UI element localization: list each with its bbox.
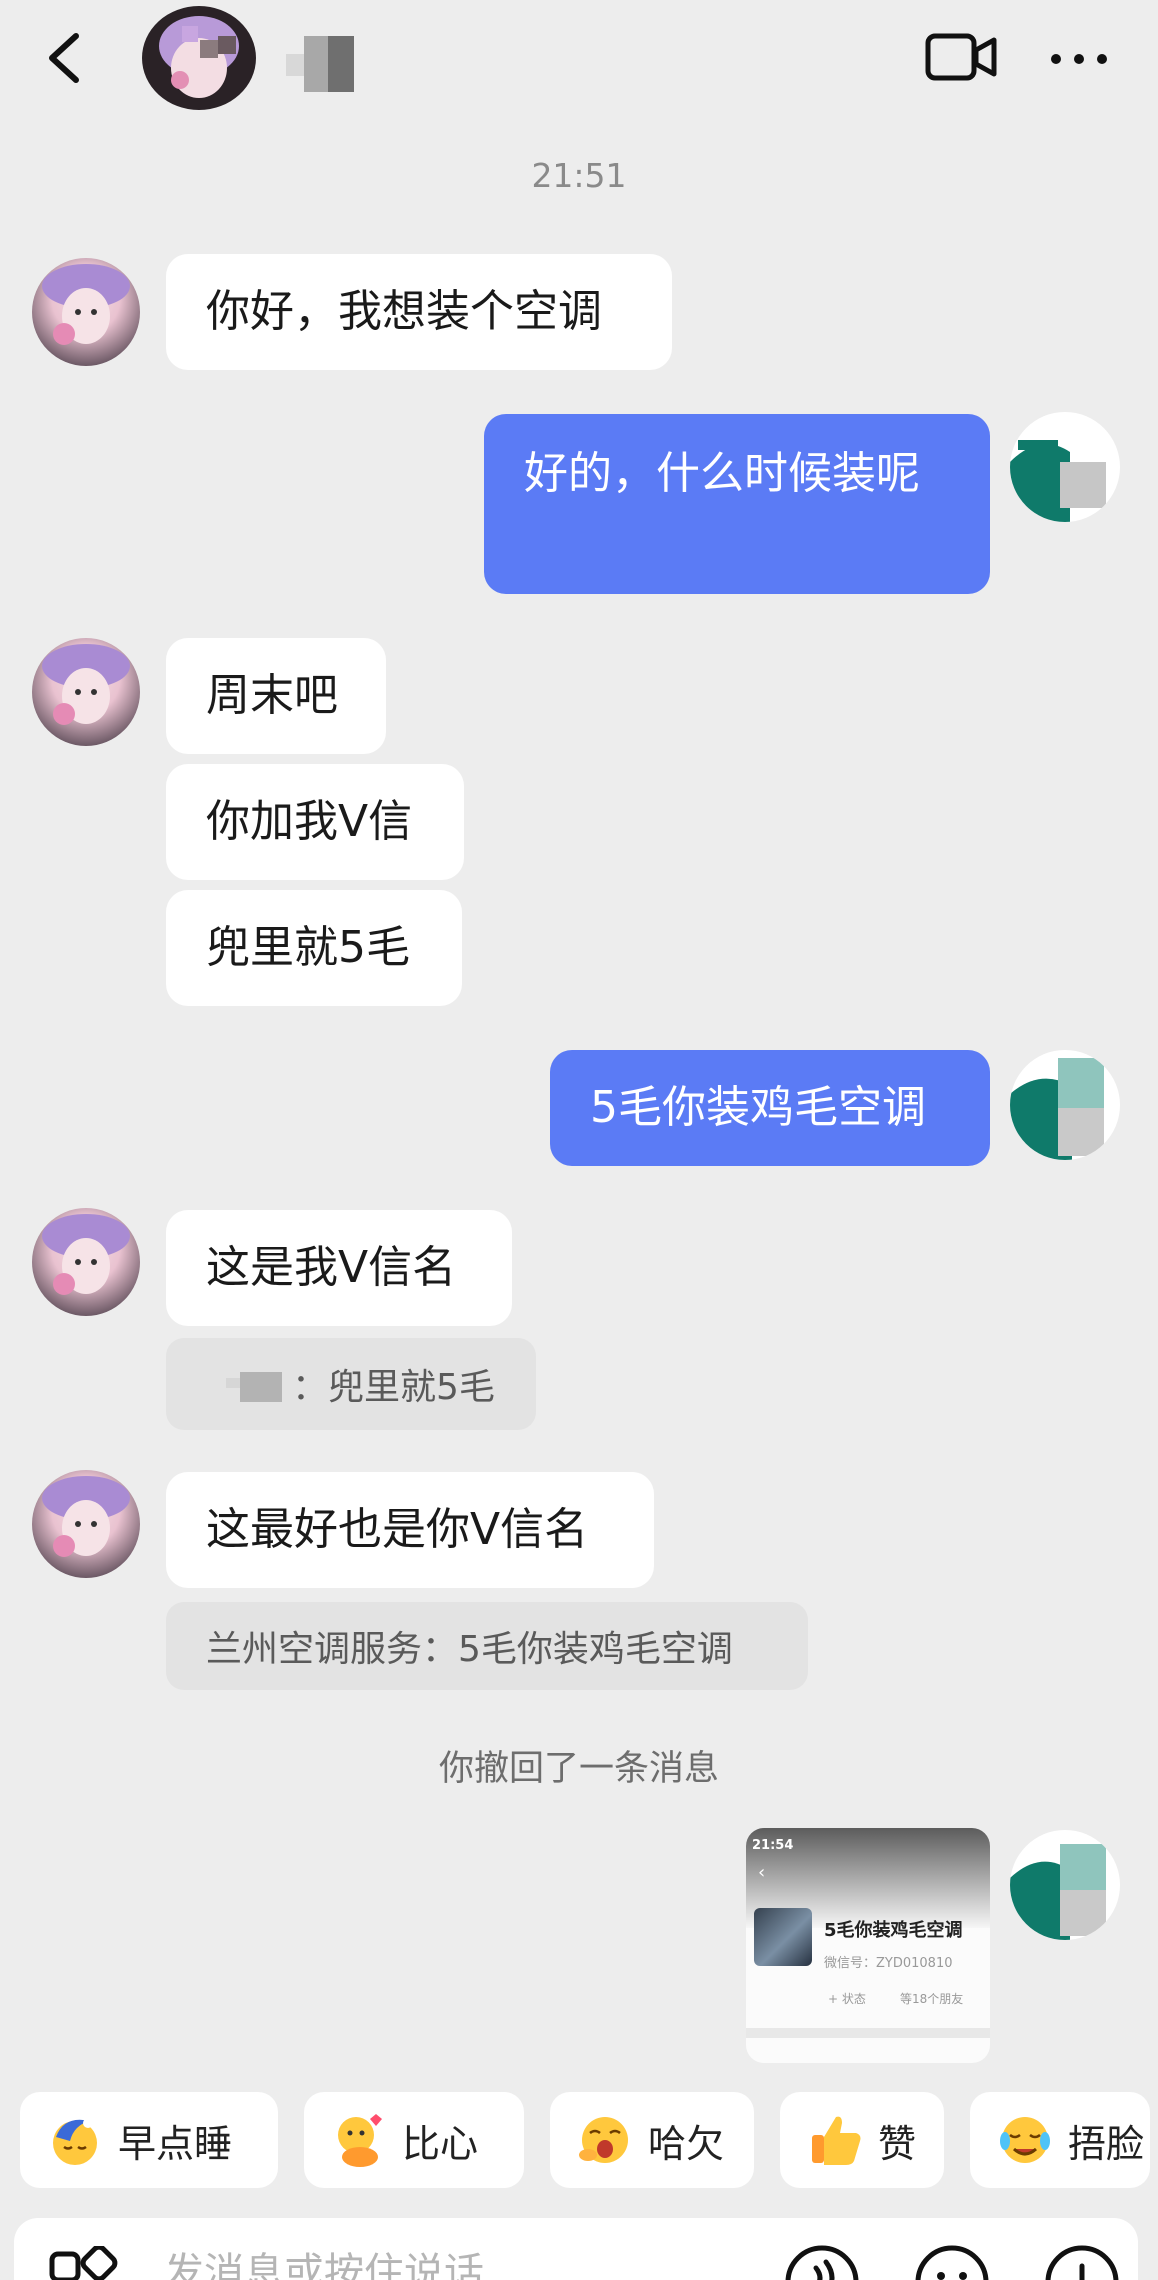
emoji-icon[interactable] [912, 2238, 992, 2280]
quoted-text: ：兜里就5毛 [292, 1367, 495, 1408]
quick-reply-heart[interactable]: 比心 [304, 2092, 524, 2188]
facepalm-emoji-icon [1000, 2117, 1050, 2163]
finger-heart-emoji-icon [338, 2114, 382, 2167]
message-text: 周末吧 [206, 670, 338, 721]
voice-icon[interactable] [782, 2238, 862, 2280]
quick-reply-label: 早点睡 [118, 2121, 233, 2166]
quick-reply-like[interactable]: 赞 [780, 2092, 944, 2188]
message-text: 好的，什么时候装呢 [524, 448, 920, 499]
image-wechat-id: 微信号：ZYD010810 [824, 1956, 953, 1971]
more-options-icon[interactable] [1046, 34, 1112, 84]
quoted-message[interactable]: ：兜里就5毛 [166, 1338, 536, 1430]
yawn-emoji-icon [579, 2117, 628, 2163]
message-bubble-outgoing[interactable]: 好的，什么时候装呢 [484, 414, 990, 594]
quick-reply-sleep[interactable]: 早点睡 [20, 2092, 278, 2188]
quick-reply-label: 赞 [878, 2121, 917, 2166]
message-bubble-outgoing[interactable]: 5毛你装鸡毛空调 [550, 1050, 990, 1166]
image-divider [746, 2028, 990, 2038]
message-bubble-incoming[interactable]: 你加我V信 [166, 764, 464, 880]
sender-avatar[interactable] [32, 638, 140, 746]
recall-notice: 你撤回了一条消息 [438, 1749, 719, 1789]
quick-reply-label: 哈欠 [648, 2121, 725, 2166]
sender-avatar[interactable] [32, 1470, 140, 1578]
sender-avatar[interactable] [32, 258, 140, 366]
plus-icon[interactable] [1042, 2238, 1122, 2280]
message-text: 5毛你装鸡毛空调 [590, 1082, 926, 1133]
sent-image-message[interactable]: 21:54 ‹ 5毛你装鸡毛空调 微信号：ZYD010810 + 状态 等18个… [746, 1828, 990, 2063]
quoted-message[interactable]: 兰州空调服务：5毛你装鸡毛空调 [166, 1602, 808, 1690]
apps-grid-icon[interactable] [48, 2246, 128, 2280]
message-bubble-incoming[interactable]: 你好，我想装个空调 [166, 254, 672, 370]
quoted-text: 兰州空调服务：5毛你装鸡毛空调 [206, 1629, 733, 1670]
redacted-name-icon [226, 1372, 282, 1402]
contact-name-redacted [286, 36, 354, 92]
quick-reply-label: 捂脸 [1068, 2121, 1145, 2166]
message-composer [14, 2218, 1138, 2280]
quick-reply-yawn[interactable]: 哈欠 [550, 2092, 754, 2188]
quick-reply-label: 比心 [402, 2121, 479, 2166]
sleepy-moon-emoji-icon [53, 2118, 97, 2165]
thumbs-up-emoji-icon [812, 2116, 861, 2165]
my-avatar[interactable] [1010, 1830, 1120, 1940]
image-status-time: 21:54 [752, 1838, 794, 1853]
message-bubble-incoming[interactable]: 这最好也是你V信名 [166, 1472, 654, 1588]
video-call-icon[interactable] [924, 28, 998, 86]
chat-header [0, 0, 1158, 140]
message-text: 你好，我想装个空调 [206, 286, 602, 337]
message-text: 这是我V信名 [206, 1242, 457, 1293]
image-back-icon: ‹ [758, 1862, 766, 1883]
message-input[interactable] [164, 2238, 684, 2280]
message-text: 兜里就5毛 [206, 922, 410, 973]
contact-avatar[interactable] [142, 6, 256, 110]
my-avatar[interactable] [1010, 412, 1120, 522]
message-bubble-incoming[interactable]: 兜里就5毛 [166, 890, 462, 1006]
back-arrow-icon[interactable] [40, 28, 90, 88]
image-status-label: + 状态 [828, 1992, 866, 2006]
quick-reply-facepalm[interactable]: 捂脸 [970, 2092, 1150, 2188]
message-bubble-incoming[interactable]: 这是我V信名 [166, 1210, 512, 1326]
chat-timestamp: 21:51 [531, 156, 627, 195]
message-text: 这最好也是你V信名 [206, 1504, 589, 1555]
message-bubble-incoming[interactable]: 周末吧 [166, 638, 386, 754]
image-profile-name: 5毛你装鸡毛空调 [824, 1920, 963, 1941]
sender-avatar[interactable] [32, 1208, 140, 1316]
image-friends-label: 等18个朋友 [900, 1992, 964, 2006]
message-text: 你加我V信 [206, 796, 413, 847]
image-profile-photo [754, 1908, 812, 1966]
my-avatar[interactable] [1010, 1050, 1120, 1160]
